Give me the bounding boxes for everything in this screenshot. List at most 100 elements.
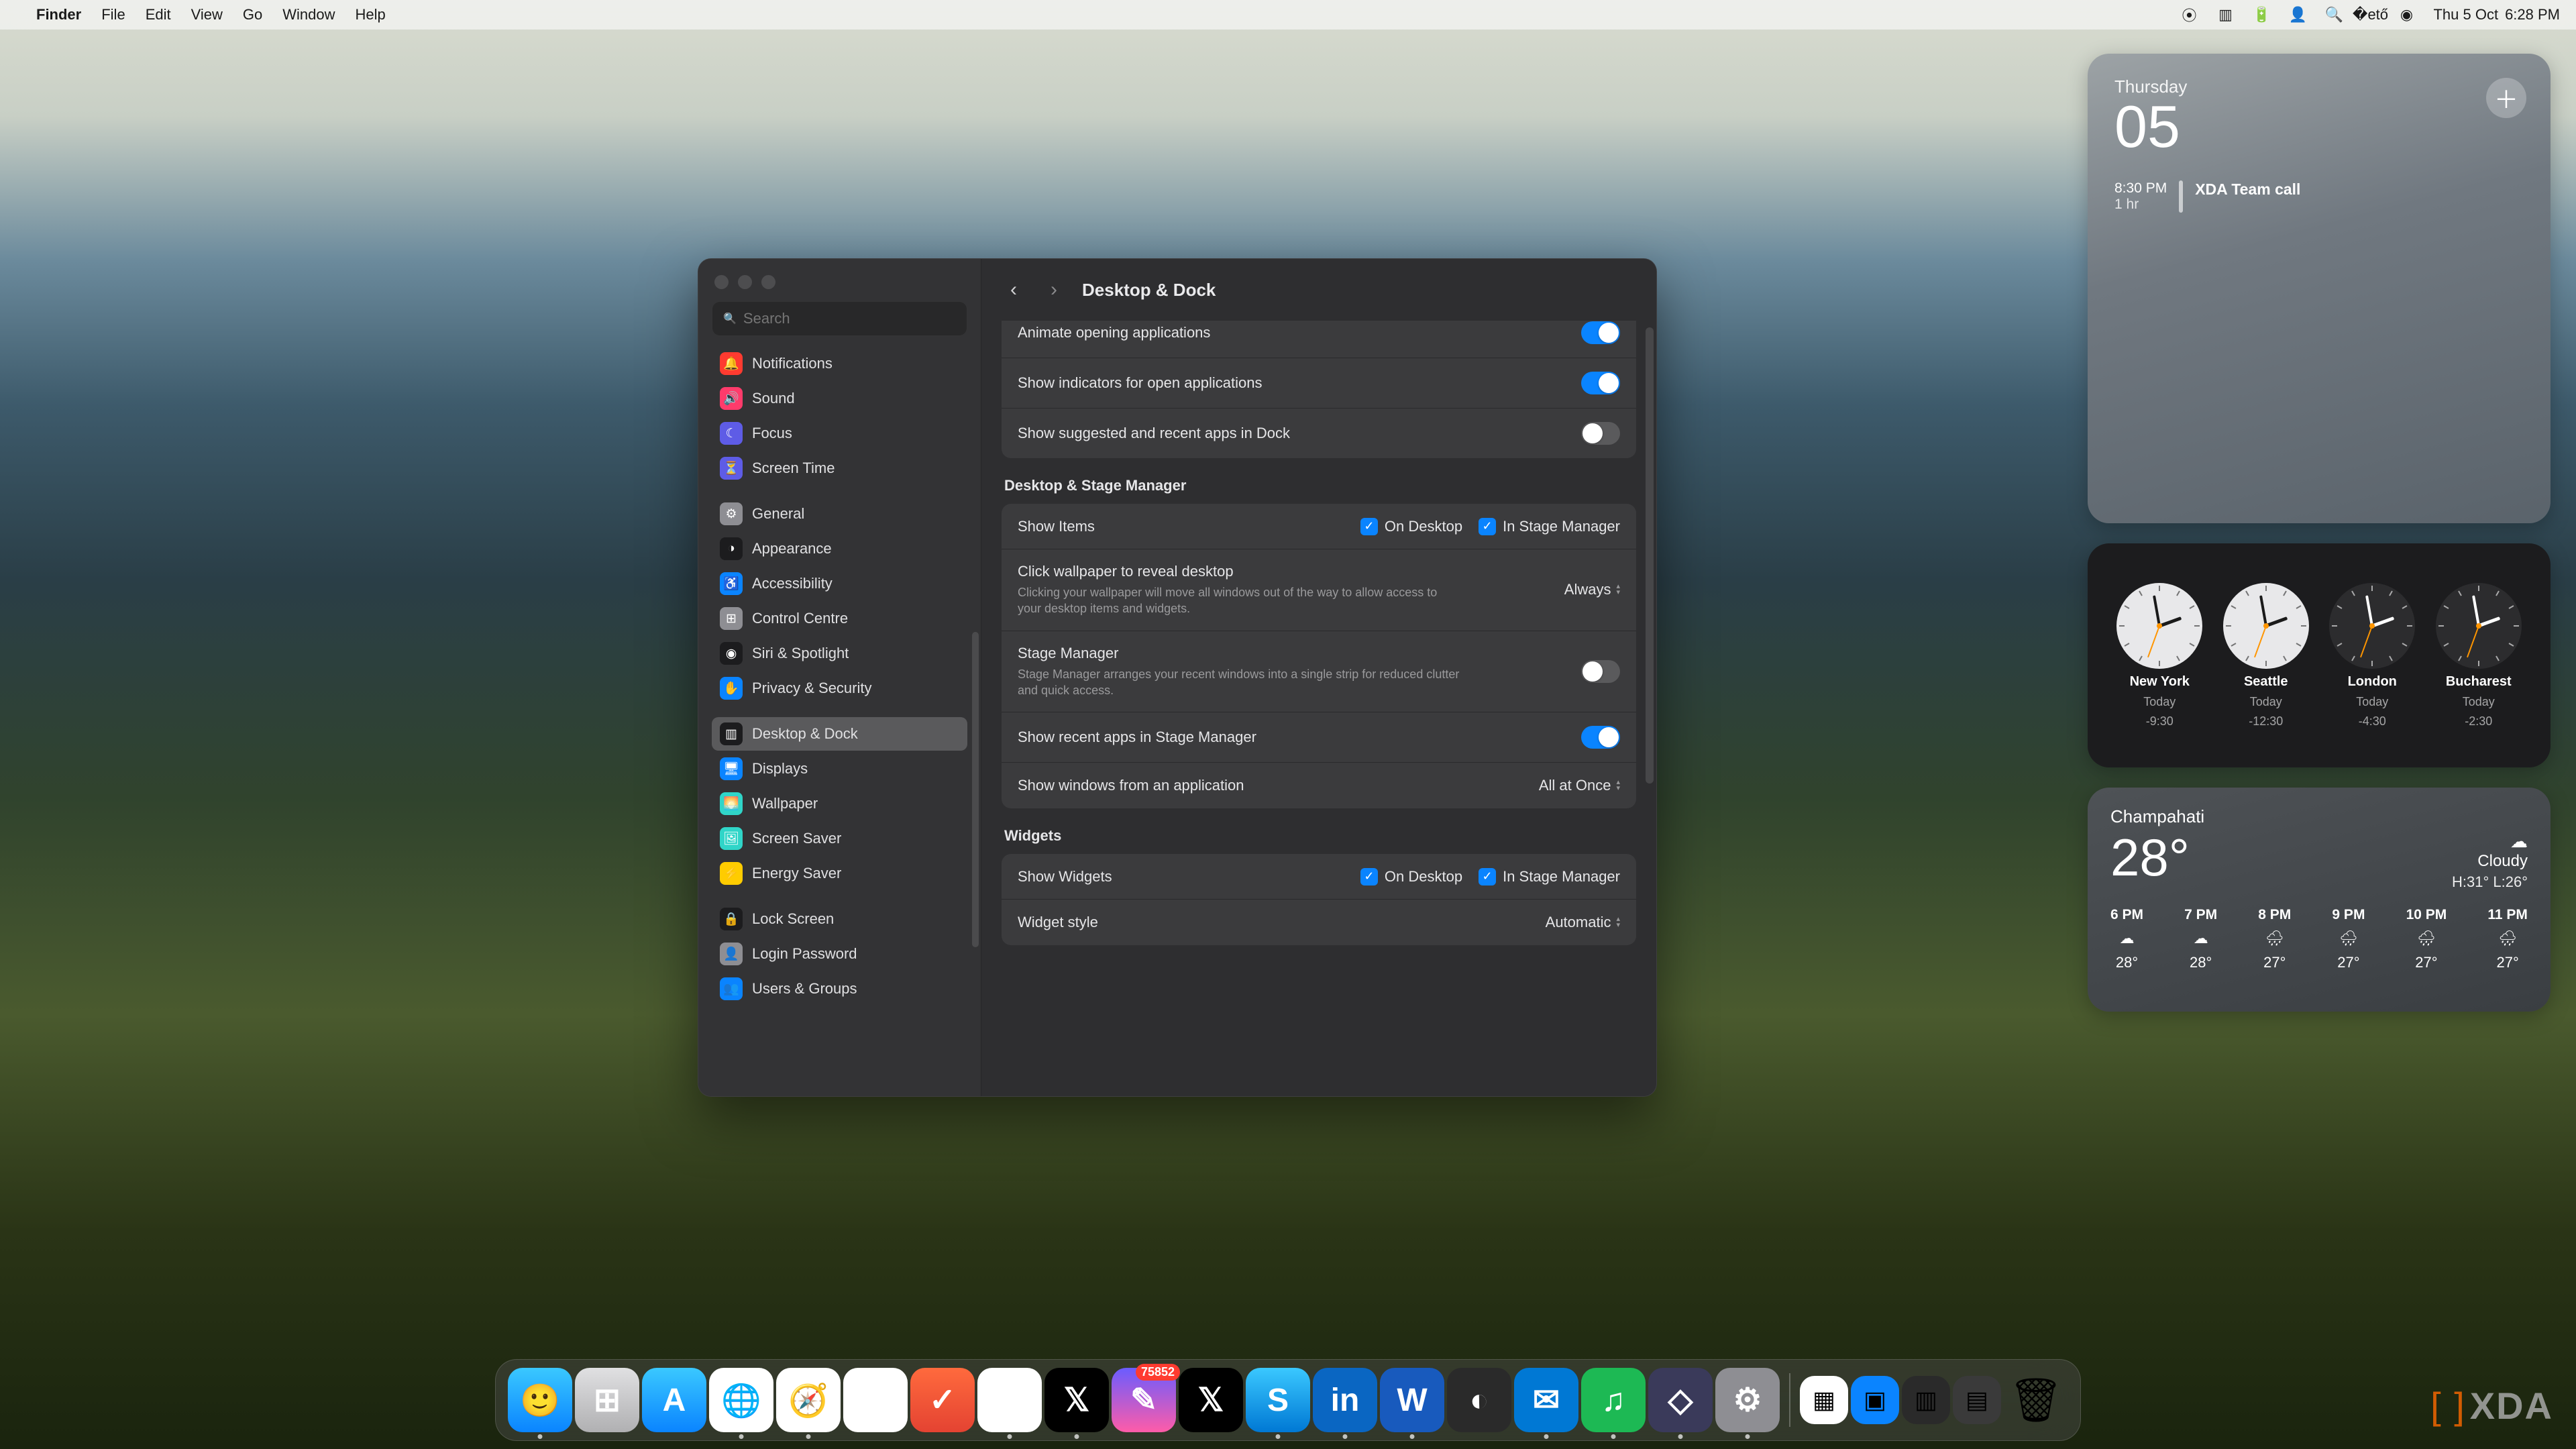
- dock-app-craft[interactable]: ◆: [843, 1368, 908, 1432]
- toggle-suggested[interactable]: [1581, 422, 1620, 445]
- calendar-event[interactable]: 8:30 PM 1 hr XDA Team call: [2114, 180, 2524, 213]
- close-button[interactable]: [714, 275, 729, 289]
- dock-app-tweetdeck[interactable]: ✎75852: [1112, 1368, 1176, 1432]
- search-field[interactable]: [743, 310, 956, 327]
- check-widgets-sm[interactable]: ✓In Stage Manager: [1479, 868, 1620, 885]
- sidebar-item-users-groups[interactable]: 👥Users & Groups: [712, 972, 967, 1006]
- stepper-icon: ▴▾: [1616, 916, 1620, 928]
- back-button[interactable]: ‹: [1002, 278, 1026, 302]
- menu-app[interactable]: Finder: [36, 6, 81, 23]
- sidebar-item-energy-saver[interactable]: ⚡Energy Saver: [712, 857, 967, 890]
- sidebar-item-screen-saver[interactable]: 🖼Screen Saver: [712, 822, 967, 855]
- sidebar-item-accessibility[interactable]: ♿Accessibility: [712, 567, 967, 600]
- sidebar-item-wallpaper[interactable]: 🌅Wallpaper: [712, 787, 967, 820]
- sidebar-scrollbar[interactable]: [972, 632, 979, 947]
- select-show-windows[interactable]: All at Once▴▾: [1539, 777, 1620, 794]
- dock-app-app1[interactable]: ◐: [1447, 1368, 1511, 1432]
- dock-app-linkedin[interactable]: in: [1313, 1368, 1377, 1432]
- dock-app-x2[interactable]: 𝕏: [1179, 1368, 1243, 1432]
- sidebar-item-displays[interactable]: 🖥Displays: [712, 752, 967, 786]
- sidebar-item-notifications[interactable]: 🔔Notifications: [712, 347, 967, 380]
- sidebar-item-lock-screen[interactable]: 🔒Lock Screen: [712, 902, 967, 936]
- menubar: Finder File Edit View Go Window Help ⦿ ▥…: [0, 0, 2576, 30]
- user-icon[interactable]: 👤: [2288, 5, 2307, 24]
- dock-app-spotify[interactable]: ♫: [1581, 1368, 1646, 1432]
- menu-go[interactable]: Go: [243, 6, 262, 23]
- dock-app-slack[interactable]: ⧉: [977, 1368, 1042, 1432]
- battery-icon[interactable]: 🔋: [2252, 5, 2271, 24]
- dock-app-x[interactable]: 𝕏: [1044, 1368, 1109, 1432]
- world-clock-widget[interactable]: New YorkToday-9:30SeattleToday-12:30Lond…: [2088, 543, 2551, 767]
- check-widgets-desktop[interactable]: ✓On Desktop: [1360, 868, 1462, 885]
- dock-app-skype[interactable]: S: [1246, 1368, 1310, 1432]
- calendar-add-button[interactable]: ＋: [2486, 78, 2526, 118]
- sidebar-item-login-password[interactable]: 👤Login Password: [712, 937, 967, 971]
- siri-icon[interactable]: ◉: [2397, 5, 2416, 24]
- dock-recent-r1[interactable]: ▦: [1800, 1376, 1848, 1424]
- dock-app-edge[interactable]: 🌐: [709, 1368, 773, 1432]
- sidebar-label: Appearance: [752, 540, 832, 557]
- control-center-icon[interactable]: �ető: [2361, 5, 2379, 24]
- dock-recent-r3[interactable]: ▥: [1902, 1376, 1950, 1424]
- menu-help[interactable]: Help: [356, 6, 386, 23]
- sidebar-item-sound[interactable]: 🔊Sound: [712, 382, 967, 415]
- main-scrollbar[interactable]: [1646, 327, 1654, 784]
- running-indicator: [1075, 1434, 1079, 1439]
- dock-app-safari[interactable]: 🧭: [776, 1368, 841, 1432]
- toggle-animate[interactable]: [1581, 321, 1620, 344]
- running-indicator: [1276, 1434, 1281, 1439]
- dock-app-obsidian[interactable]: ◇: [1648, 1368, 1713, 1432]
- sidebar-item-general[interactable]: ⚙General: [712, 497, 967, 531]
- forward-button[interactable]: ›: [1042, 278, 1066, 302]
- dock-app-todoist[interactable]: ✓: [910, 1368, 975, 1432]
- row-show-widgets: Show Widgets: [1018, 868, 1344, 885]
- dock-recent-r2[interactable]: ▣: [1851, 1376, 1899, 1424]
- menuextra-icon[interactable]: ⦿: [2180, 5, 2198, 24]
- dock-app-appstore[interactable]: A: [642, 1368, 706, 1432]
- menu-window[interactable]: Window: [282, 6, 335, 23]
- weather-condition: Cloudy: [2452, 852, 2528, 871]
- sidebar-icon: ◉: [720, 642, 743, 665]
- select-widget-style[interactable]: Automatic▴▾: [1546, 914, 1620, 931]
- stage-manager-icon[interactable]: ▥: [2216, 5, 2235, 24]
- sidebar-item-siri-spotlight[interactable]: ◉Siri & Spotlight: [712, 637, 967, 670]
- spotlight-icon[interactable]: 🔍: [2324, 5, 2343, 24]
- sidebar-item-desktop-dock[interactable]: ▥Desktop & Dock: [712, 717, 967, 751]
- check-on-desktop[interactable]: ✓On Desktop: [1360, 518, 1462, 535]
- dock-app-outlook[interactable]: ✉: [1514, 1368, 1578, 1432]
- zoom-button[interactable]: [761, 275, 775, 289]
- weather-city: Champahati: [2110, 806, 2528, 827]
- dock-app-word[interactable]: W: [1380, 1368, 1444, 1432]
- hour-temp: 27°: [2337, 954, 2359, 971]
- sidebar-list[interactable]: 🔔Notifications🔊Sound☾Focus⏳Screen Time ⚙G…: [698, 347, 981, 1096]
- select-click-wallpaper[interactable]: Always▴▾: [1564, 581, 1620, 598]
- toggle-recent-sm[interactable]: [1581, 726, 1620, 749]
- sidebar-item-appearance[interactable]: ◑Appearance: [712, 532, 967, 566]
- event-time: 8:30 PM: [2114, 180, 2167, 197]
- event-title: XDA Team call: [2195, 180, 2300, 213]
- stepper-icon: ▴▾: [1616, 584, 1620, 596]
- toggle-stage-manager[interactable]: [1581, 660, 1620, 683]
- menu-edit[interactable]: Edit: [146, 6, 171, 23]
- toggle-indicators[interactable]: [1581, 372, 1620, 394]
- sidebar-item-privacy-security[interactable]: ✋Privacy & Security: [712, 672, 967, 705]
- sidebar-item-focus[interactable]: ☾Focus: [712, 417, 967, 450]
- sidebar-item-control-centre[interactable]: ⊞Control Centre: [712, 602, 967, 635]
- weather-widget[interactable]: Champahati 28° ☁ Cloudy H:31° L:26° 6 PM…: [2088, 788, 2551, 1012]
- check-in-stage-manager[interactable]: ✓In Stage Manager: [1479, 518, 1620, 535]
- calendar-widget[interactable]: Thursday 05 ＋ 8:30 PM 1 hr XDA Team call: [2088, 54, 2551, 523]
- minimize-button[interactable]: [738, 275, 752, 289]
- app-glyph: 𝕏: [1064, 1381, 1090, 1419]
- app-glyph: ◇: [1668, 1381, 1693, 1419]
- dock-app-finder[interactable]: 🙂: [508, 1368, 572, 1432]
- sidebar-label: Sound: [752, 390, 795, 407]
- sidebar-item-screen-time[interactable]: ⏳Screen Time: [712, 451, 967, 485]
- search-input[interactable]: 🔍: [712, 301, 967, 336]
- menu-file[interactable]: File: [101, 6, 125, 23]
- dock-app-launchpad[interactable]: ⊞: [575, 1368, 639, 1432]
- dock-trash[interactable]: 🗑: [2004, 1368, 2068, 1432]
- dock-recent-r4[interactable]: ▤: [1953, 1376, 2001, 1424]
- menu-view[interactable]: View: [191, 6, 223, 23]
- menubar-datetime[interactable]: Thu 5 Oct 6:28 PM: [2433, 6, 2560, 23]
- dock-app-settings[interactable]: ⚙: [1715, 1368, 1780, 1432]
